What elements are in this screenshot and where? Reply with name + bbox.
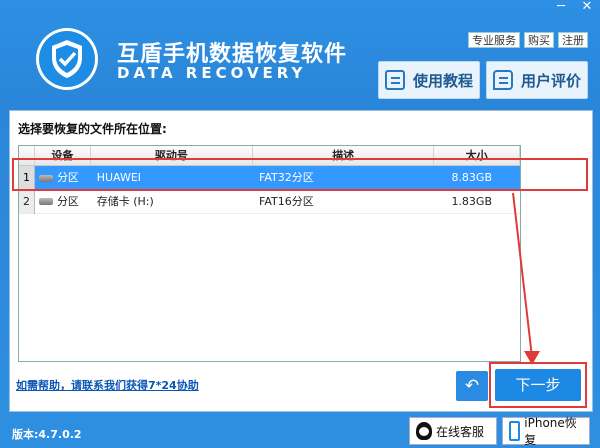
header-drive[interactable]: 驱动号 <box>91 146 254 165</box>
row-device-label: 分区 <box>56 194 79 208</box>
qq-icon <box>416 422 432 440</box>
review-label: 用户评价 <box>520 71 581 90</box>
row-size: 1.83GB <box>451 194 492 208</box>
drive-icon <box>38 174 53 182</box>
back-arrow-icon: ↶ <box>464 376 480 396</box>
row-size: 8.83GB <box>451 171 492 184</box>
iphone-recovery-button[interactable]: iPhone恢复 <box>502 416 590 447</box>
table-row[interactable]: 2 分区 存储卡 (H:) FAT16分区 1.83GB <box>19 189 520 214</box>
row-description: FAT16分区 <box>259 194 314 208</box>
online-service-label: 在线客服 <box>436 424 485 439</box>
header-index <box>19 146 35 165</box>
register-link[interactable]: 注册 <box>558 32 588 48</box>
service-link[interactable]: 专业服务 <box>468 32 520 48</box>
list-header: 设备 驱动号 描述 大小 <box>19 146 520 166</box>
phone-icon <box>509 421 521 441</box>
close-button[interactable]: ✕ <box>574 0 600 16</box>
row-device-label: 分区 <box>56 171 79 184</box>
help-link[interactable]: 如需帮助，请联系我们获得7*24协助 <box>16 377 199 393</box>
app-subtitle: DATA RECOVERY <box>117 64 307 82</box>
main-panel: 选择要恢复的文件所在位置: 设备 驱动号 描述 大小 1 分区 HUAWEI F… <box>9 110 593 412</box>
panel-title: 选择要恢复的文件所在位置: <box>18 122 167 136</box>
row-index: 1 <box>19 166 35 190</box>
iphone-recovery-label: iPhone恢复 <box>524 416 577 447</box>
row-device: 分区 <box>35 166 91 190</box>
version-label: 版本:4.7.0.2 <box>12 428 82 441</box>
window-controls: ─ ✕ <box>548 0 600 16</box>
app-window: ─ ✕ 互盾手机数据恢复软件 DATA RECOVERY 专业服务 购买 注册 … <box>0 0 600 448</box>
online-service-button[interactable]: 在线客服 <box>409 417 497 445</box>
next-button[interactable]: 下一步 <box>495 369 581 401</box>
drive-icon <box>38 198 53 205</box>
top-links: 专业服务 购买 注册 <box>468 32 588 48</box>
table-row[interactable]: 1 分区 HUAWEI FAT32分区 8.83GB <box>19 166 520 190</box>
minimize-button[interactable]: ─ <box>548 0 574 16</box>
tutorial-label: 使用教程 <box>412 71 473 90</box>
row-description: FAT32分区 <box>259 171 314 184</box>
next-highlight-box: 下一步 <box>489 362 587 408</box>
app-logo-icon <box>36 28 98 90</box>
tutorial-button[interactable]: 使用教程 <box>378 61 480 99</box>
buy-link[interactable]: 购买 <box>524 32 554 48</box>
row-device: 分区 <box>35 190 91 214</box>
back-button[interactable]: ↶ <box>456 371 488 401</box>
header-description[interactable]: 描述 <box>253 146 435 165</box>
row-drive: HUAWEI <box>96 171 142 184</box>
header-device[interactable]: 设备 <box>35 146 91 165</box>
device-list[interactable]: 设备 驱动号 描述 大小 1 分区 HUAWEI FAT32分区 8.83GB … <box>18 145 521 362</box>
row-index: 2 <box>19 189 35 214</box>
document-icon <box>384 70 405 90</box>
comment-icon <box>492 70 513 90</box>
header-size[interactable]: 大小 <box>434 146 520 165</box>
review-button[interactable]: 用户评价 <box>486 61 588 99</box>
row-drive: 存储卡 (H:) <box>96 194 154 208</box>
